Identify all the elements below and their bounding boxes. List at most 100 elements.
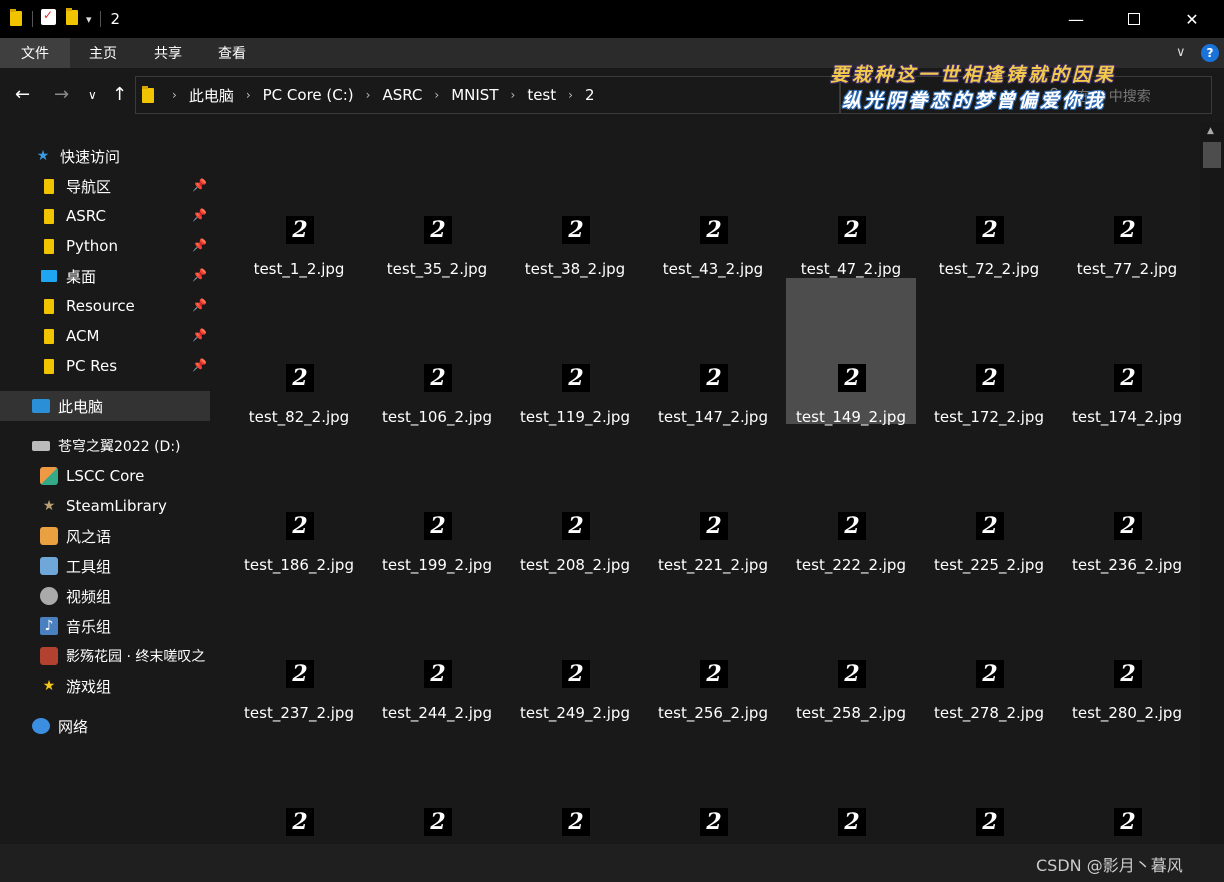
file-item[interactable]: 2 test_1_2.jpg: [234, 130, 364, 278]
file-name: test_258_2.jpg: [796, 704, 906, 722]
image-thumbnail: 2: [562, 512, 590, 540]
pin-icon[interactable]: 📌: [192, 268, 207, 282]
close-button[interactable]: ✕: [1163, 0, 1221, 38]
breadcrumb-test[interactable]: test: [527, 86, 556, 104]
quick-access-dropdown-icon[interactable]: ▾: [86, 13, 92, 26]
file-item[interactable]: 2 test_249_2.jpg: [510, 574, 640, 722]
pin-icon[interactable]: 📌: [192, 208, 207, 222]
file-item[interactable]: 2 test_186_2.jpg: [234, 426, 364, 574]
file-item[interactable]: 2: [924, 722, 1054, 844]
forward-button[interactable]: →: [54, 84, 69, 105]
breadcrumb-separator[interactable]: ›: [511, 88, 516, 102]
breadcrumb-asrc[interactable]: ASRC: [382, 86, 422, 104]
file-item[interactable]: 2 test_77_2.jpg: [1062, 130, 1192, 278]
up-button[interactable]: ↑: [112, 84, 127, 105]
expand-ribbon-icon[interactable]: ∨: [1176, 45, 1186, 60]
breadcrumb-this-pc[interactable]: 此电脑: [189, 85, 234, 106]
file-item[interactable]: 2 test_72_2.jpg: [924, 130, 1054, 278]
sidebar-item-acm[interactable]: ACM 📌: [0, 321, 212, 351]
pin-icon[interactable]: 📌: [192, 328, 207, 342]
maximize-button[interactable]: [1105, 0, 1163, 38]
file-item[interactable]: 2 test_35_2.jpg: [372, 130, 502, 278]
sidebar-item-steamlibrary[interactable]: ★ SteamLibrary: [0, 491, 212, 521]
file-item[interactable]: 2 test_256_2.jpg: [648, 574, 778, 722]
tab-share[interactable]: 共享: [136, 38, 200, 68]
pin-icon[interactable]: 📌: [192, 178, 207, 192]
sidebar-item-nav-area[interactable]: 导航区 📌: [0, 171, 212, 201]
file-item[interactable]: 2: [510, 722, 640, 844]
file-item[interactable]: 2 test_82_2.jpg: [234, 278, 364, 426]
sidebar-item-network[interactable]: 网络: [0, 711, 212, 741]
file-item[interactable]: 2 test_43_2.jpg: [648, 130, 778, 278]
tab-file[interactable]: 文件: [0, 38, 70, 68]
sidebar-item-asrc[interactable]: ASRC 📌: [0, 201, 212, 231]
file-item[interactable]: 2: [234, 722, 364, 844]
file-item[interactable]: 2 test_208_2.jpg: [510, 426, 640, 574]
sidebar-item-desktop[interactable]: 桌面 📌: [0, 261, 212, 291]
sidebar-item-lscc-core[interactable]: LSCC Core: [0, 461, 212, 491]
file-item[interactable]: 2: [372, 722, 502, 844]
file-item[interactable]: 2 test_222_2.jpg: [786, 426, 916, 574]
sidebar-item-video[interactable]: 视频组: [0, 581, 212, 611]
file-item[interactable]: 2 test_237_2.jpg: [234, 574, 364, 722]
file-item[interactable]: 2 test_258_2.jpg: [786, 574, 916, 722]
breadcrumb-separator[interactable]: ›: [246, 88, 251, 102]
breadcrumb-current[interactable]: 2: [585, 86, 595, 104]
file-item[interactable]: 2: [648, 722, 778, 844]
file-item[interactable]: 2: [1062, 722, 1192, 844]
sidebar-item-games[interactable]: ★ 游戏组: [0, 671, 212, 701]
file-item[interactable]: 2 test_106_2.jpg: [372, 278, 502, 426]
vertical-scrollbar[interactable]: ▲: [1200, 122, 1224, 844]
file-item[interactable]: 2 test_174_2.jpg: [1062, 278, 1192, 426]
address-bar[interactable]: › 此电脑 › PC Core (C:) › ASRC › MNIST › te…: [135, 76, 840, 114]
new-folder-icon[interactable]: [66, 7, 78, 29]
help-icon[interactable]: ?: [1201, 44, 1219, 62]
breadcrumb-separator[interactable]: ›: [434, 88, 439, 102]
sidebar-item-wind-language[interactable]: 风之语: [0, 521, 212, 551]
file-item[interactable]: 2 test_47_2.jpg: [786, 130, 916, 278]
sidebar-item-this-pc[interactable]: 此电脑: [0, 391, 210, 421]
file-item[interactable]: 2 test_278_2.jpg: [924, 574, 1054, 722]
sidebar-item-tools[interactable]: 工具组: [0, 551, 212, 581]
tab-view[interactable]: 查看: [200, 38, 264, 68]
sidebar-item-resource[interactable]: Resource 📌: [0, 291, 212, 321]
breadcrumb-separator[interactable]: ›: [366, 88, 371, 102]
breadcrumb-c-drive[interactable]: PC Core (C:): [263, 86, 354, 104]
file-item[interactable]: 2 test_280_2.jpg: [1062, 574, 1192, 722]
pin-icon[interactable]: 📌: [192, 298, 207, 312]
file-item[interactable]: 2 test_38_2.jpg: [510, 130, 640, 278]
scroll-up-icon[interactable]: ▲: [1207, 126, 1214, 136]
file-item[interactable]: 2 test_244_2.jpg: [372, 574, 502, 722]
minimize-button[interactable]: —: [1047, 0, 1105, 38]
file-item[interactable]: 2 test_119_2.jpg: [510, 278, 640, 426]
breadcrumb-separator[interactable]: ›: [172, 88, 177, 102]
sidebar-item-quick-access[interactable]: ★ 快速访问: [0, 141, 212, 171]
pin-icon[interactable]: 📌: [192, 238, 207, 252]
file-name: test_199_2.jpg: [382, 556, 492, 574]
properties-icon[interactable]: [41, 8, 56, 29]
pin-icon[interactable]: 📌: [192, 358, 207, 372]
sidebar-item-garden[interactable]: 影殇花园 · 终末嗟叹之: [0, 641, 212, 671]
lyric-line-2: 纵光阴眷恋的梦曾偏爱你我: [842, 90, 1107, 112]
file-item[interactable]: 2 test_149_2.jpg: [786, 278, 916, 426]
file-item[interactable]: 2 test_172_2.jpg: [924, 278, 1054, 426]
tab-home[interactable]: 主页: [70, 38, 136, 68]
sidebar-item-python[interactable]: Python 📌: [0, 231, 212, 261]
star-icon: ★: [36, 148, 50, 164]
sidebar-item-drive-d[interactable]: 苍穹之翼2022 (D:): [0, 431, 212, 461]
breadcrumb-separator[interactable]: ›: [568, 88, 573, 102]
breadcrumb-mnist[interactable]: MNIST: [451, 86, 498, 104]
file-item[interactable]: 2 test_199_2.jpg: [372, 426, 502, 574]
sidebar-item-music[interactable]: ♪ 音乐组: [0, 611, 212, 641]
file-item[interactable]: 2 test_147_2.jpg: [648, 278, 778, 426]
scrollbar-thumb[interactable]: [1203, 142, 1221, 168]
file-item[interactable]: 2 test_225_2.jpg: [924, 426, 1054, 574]
recent-locations-icon[interactable]: ∨: [88, 88, 97, 102]
file-item[interactable]: 2 test_221_2.jpg: [648, 426, 778, 574]
sidebar-item-label: PC Res: [66, 357, 118, 375]
file-item[interactable]: 2 test_236_2.jpg: [1062, 426, 1192, 574]
image-thumbnail: 2: [286, 660, 314, 688]
back-button[interactable]: ←: [15, 84, 30, 105]
sidebar-item-pc-res[interactable]: PC Res 📌: [0, 351, 212, 381]
file-item[interactable]: 2: [786, 722, 916, 844]
